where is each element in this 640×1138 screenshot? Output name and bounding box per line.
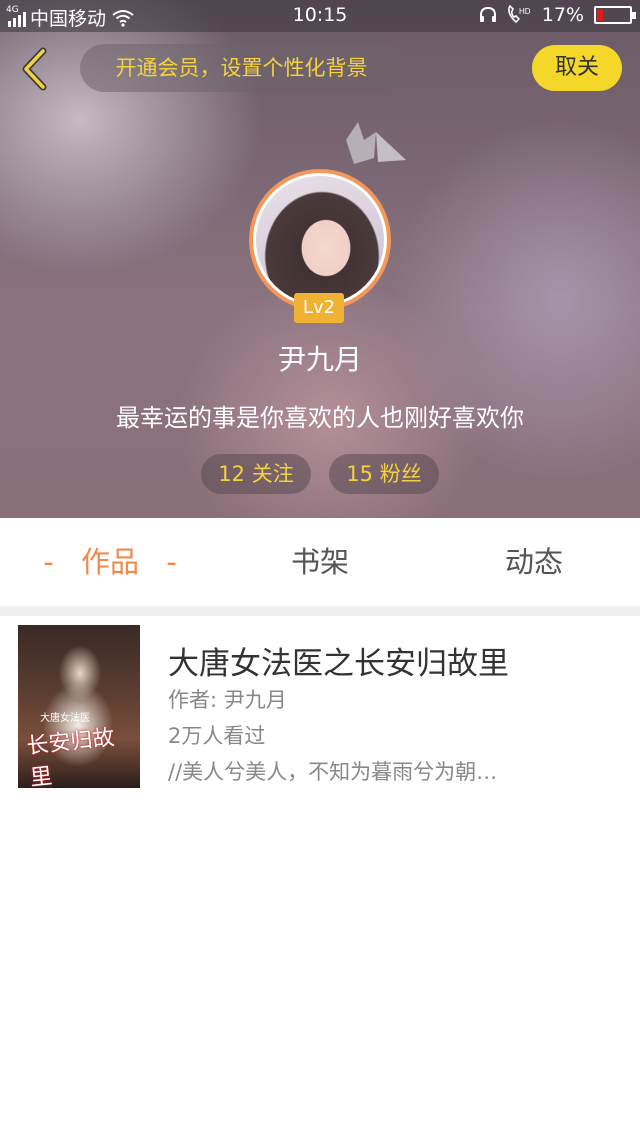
book-title[interactable]: 大唐女法医之长安归故里: [168, 638, 509, 683]
book-excerpt: //美人兮美人，不知为暮雨兮为朝…: [168, 760, 498, 784]
user-signature: 最幸运的事是你喜欢的人也刚好喜欢你: [116, 404, 524, 432]
status-bar: 4G 中国移动 10:15 HD 17%: [0, 0, 640, 32]
unfollow-button[interactable]: 取关: [532, 45, 622, 91]
hd-label: HD: [519, 7, 531, 16]
battery-percent: 17%: [541, 4, 584, 26]
back-button[interactable]: [14, 46, 54, 92]
tab-activity[interactable]: 动态: [454, 542, 614, 582]
avatar-frame[interactable]: [249, 169, 391, 311]
hd-call-icon: HD: [507, 5, 531, 24]
tab-works-label: 作品: [80, 545, 139, 579]
fans-count[interactable]: 15 粉丝: [329, 454, 439, 494]
status-right: HD 17%: [478, 4, 636, 26]
tab-active-indicator-left: -: [43, 545, 54, 579]
battery-level: [597, 9, 603, 21]
crown-icon: [346, 122, 406, 164]
chevron-left-icon: [22, 47, 47, 91]
book-read-count: 2万人看过: [168, 724, 266, 748]
battery-icon: [594, 6, 636, 24]
level-badge: Lv2: [294, 293, 344, 323]
tab-bookshelf[interactable]: 书架: [240, 542, 400, 582]
following-count[interactable]: 12 关注: [201, 454, 311, 494]
section-divider: [0, 606, 640, 616]
username: 尹九月: [277, 343, 362, 376]
book-cover[interactable]: 大唐女法医 长安归故里: [18, 625, 140, 788]
book-author: 作者: 尹九月: [168, 688, 287, 712]
tab-active-indicator-right: -: [166, 545, 177, 579]
book-list-item[interactable]: 大唐女法医 长安归故里 大唐女法医之长安归故里 作者: 尹九月 2万人看过 //…: [10, 616, 630, 796]
tab-works[interactable]: - 作品 -: [30, 542, 190, 582]
cover-title: 长安归故里: [25, 725, 116, 788]
profile-header: 4G 中国移动 10:15 HD 17% 开通会员，设置个性化背景 取关 Lv2…: [0, 0, 640, 518]
vip-background-prompt[interactable]: 开通会员，设置个性化背景: [80, 44, 403, 92]
avatar: [256, 176, 384, 304]
profile-tabs: - 作品 - 书架 动态: [0, 518, 640, 606]
headset-icon: [479, 6, 496, 22]
